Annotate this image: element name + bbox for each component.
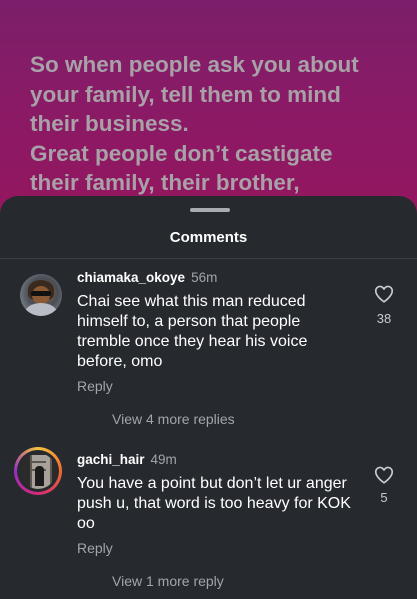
timestamp: 56m (191, 270, 218, 285)
view-more-replies-button[interactable]: View 4 more replies (112, 411, 235, 427)
reply-button[interactable]: Reply (77, 378, 113, 394)
drag-handle[interactable] (190, 208, 230, 212)
comment-header: gachi_hair 49m (77, 452, 177, 467)
comments-sheet: Comments chiamaka_okoye 56m Chai see what… (0, 196, 417, 599)
reply-button[interactable]: Reply (77, 540, 113, 556)
avatar (20, 453, 56, 489)
timestamp: 49m (150, 452, 177, 467)
username-link[interactable]: chiamaka_okoye (77, 270, 185, 285)
view-more-replies-button[interactable]: View 1 more reply (112, 573, 224, 589)
heart-outline-icon[interactable] (373, 464, 395, 486)
story-ring[interactable] (14, 447, 62, 495)
divider (0, 258, 417, 259)
sheet-title: Comments (169, 229, 248, 246)
like-count: 38 (376, 311, 392, 326)
username-link[interactable]: gachi_hair (77, 452, 145, 467)
heart-outline-icon[interactable] (373, 283, 395, 305)
avatar[interactable] (20, 274, 62, 316)
like-count: 5 (380, 490, 388, 505)
comment-text: You have a point but don’t let ur anger … (77, 475, 351, 532)
comment-header: chiamaka_okoye 56m (77, 270, 217, 285)
comment-text: Chai see what this man reduced himself t… (77, 293, 308, 370)
post-caption-text: So when people ask you about your family… (30, 52, 359, 195)
